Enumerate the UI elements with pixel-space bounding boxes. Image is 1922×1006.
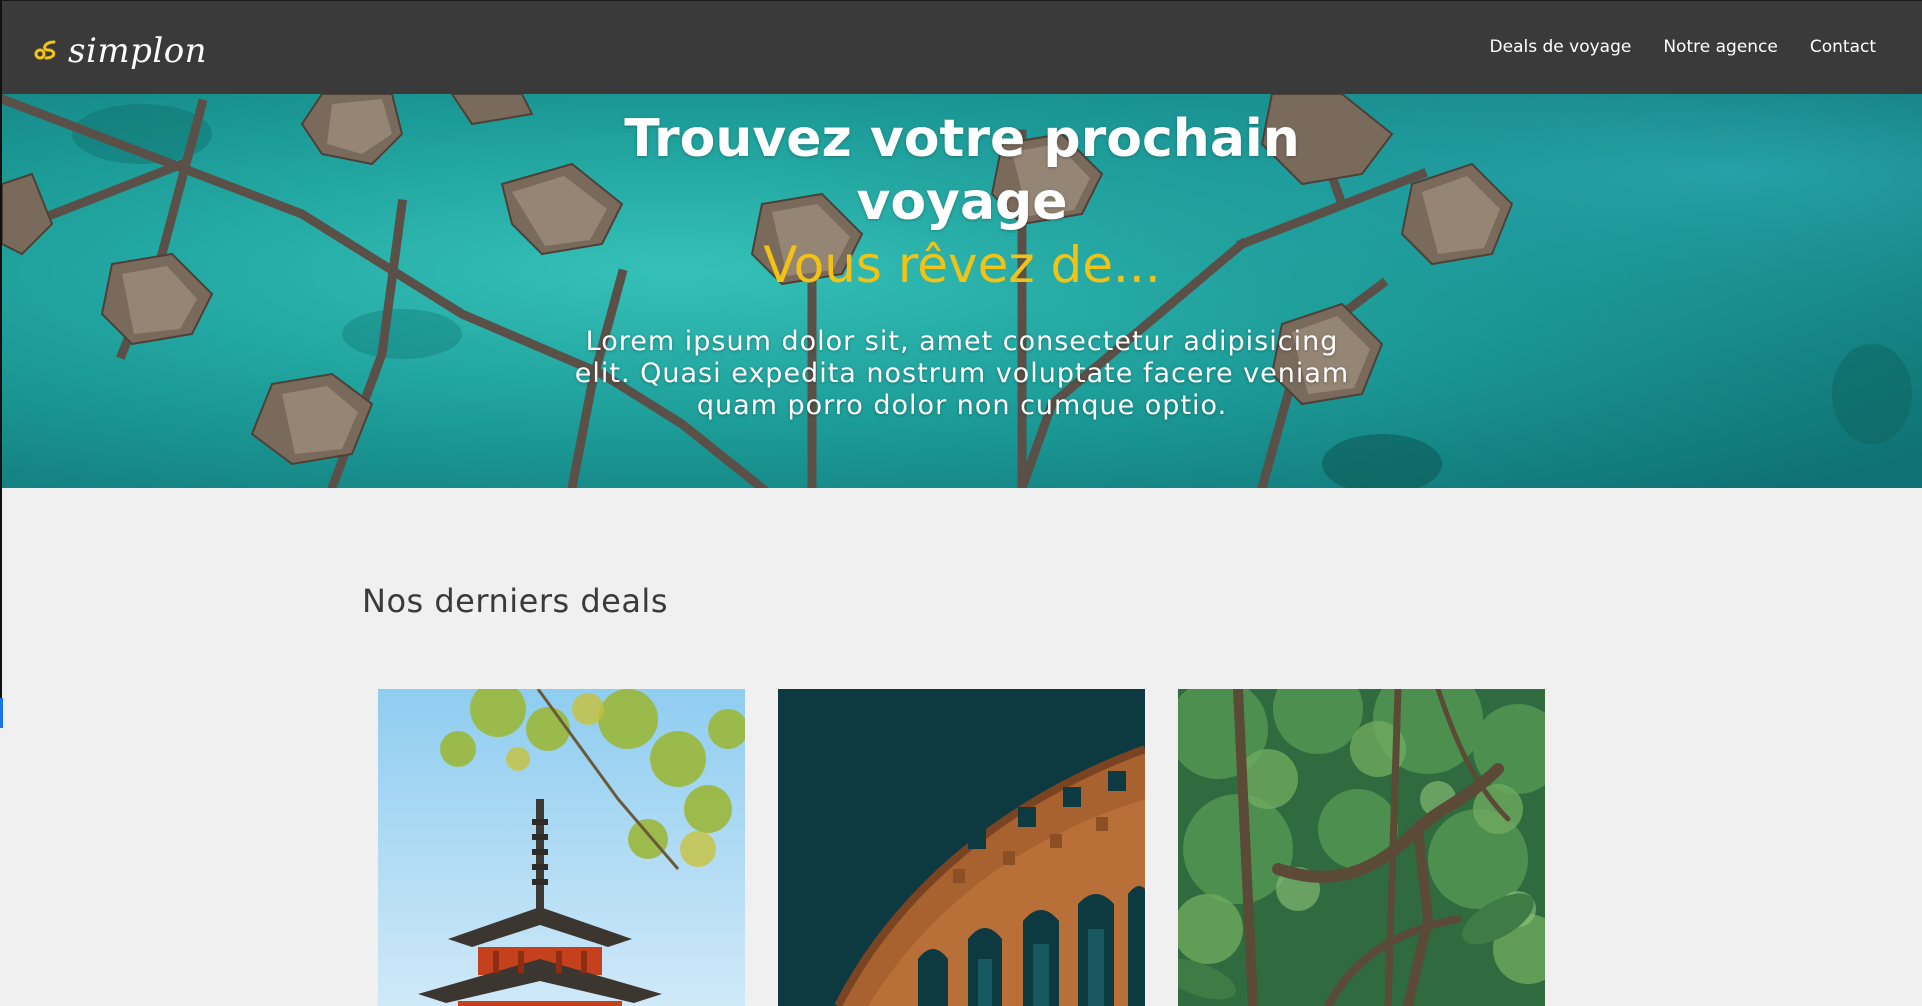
window-edge-accent <box>0 698 3 728</box>
roman-amphitheatre-image <box>778 689 1145 1006</box>
logo-text: simplon <box>68 31 208 71</box>
nav-link-contact[interactable]: Contact <box>1810 37 1876 57</box>
nav-link-agence[interactable]: Notre agence <box>1663 37 1778 57</box>
nav-link-deals[interactable]: Deals de voyage <box>1490 37 1632 57</box>
tropical-jungle-image <box>1178 689 1545 1006</box>
deals-section-title: Nos derniers deals <box>362 582 668 620</box>
simplon-logo-icon <box>34 40 56 60</box>
hero-content: Trouvez votre prochain voyage Vous rêvez… <box>2 108 1922 422</box>
hero-description: Lorem ipsum dolor sit, amet consectetur … <box>574 326 1350 421</box>
hero-title: Trouvez votre prochain voyage <box>624 109 1300 232</box>
main-nav: Deals de voyage Notre agence Contact <box>1490 37 1876 57</box>
logo[interactable]: simplon <box>34 31 207 71</box>
deal-card[interactable] <box>1178 689 1545 1006</box>
window-edge <box>0 488 2 698</box>
hero-subtitle: Vous rêvez de... <box>763 236 1161 294</box>
deal-card[interactable] <box>778 689 1145 1006</box>
hero-banner: Trouvez votre prochain voyage Vous rêvez… <box>0 94 1922 488</box>
japanese-pagoda-image <box>378 689 745 1006</box>
site-header: simplon Deals de voyage Notre agence Con… <box>0 0 1922 94</box>
deal-card[interactable] <box>378 689 745 1006</box>
